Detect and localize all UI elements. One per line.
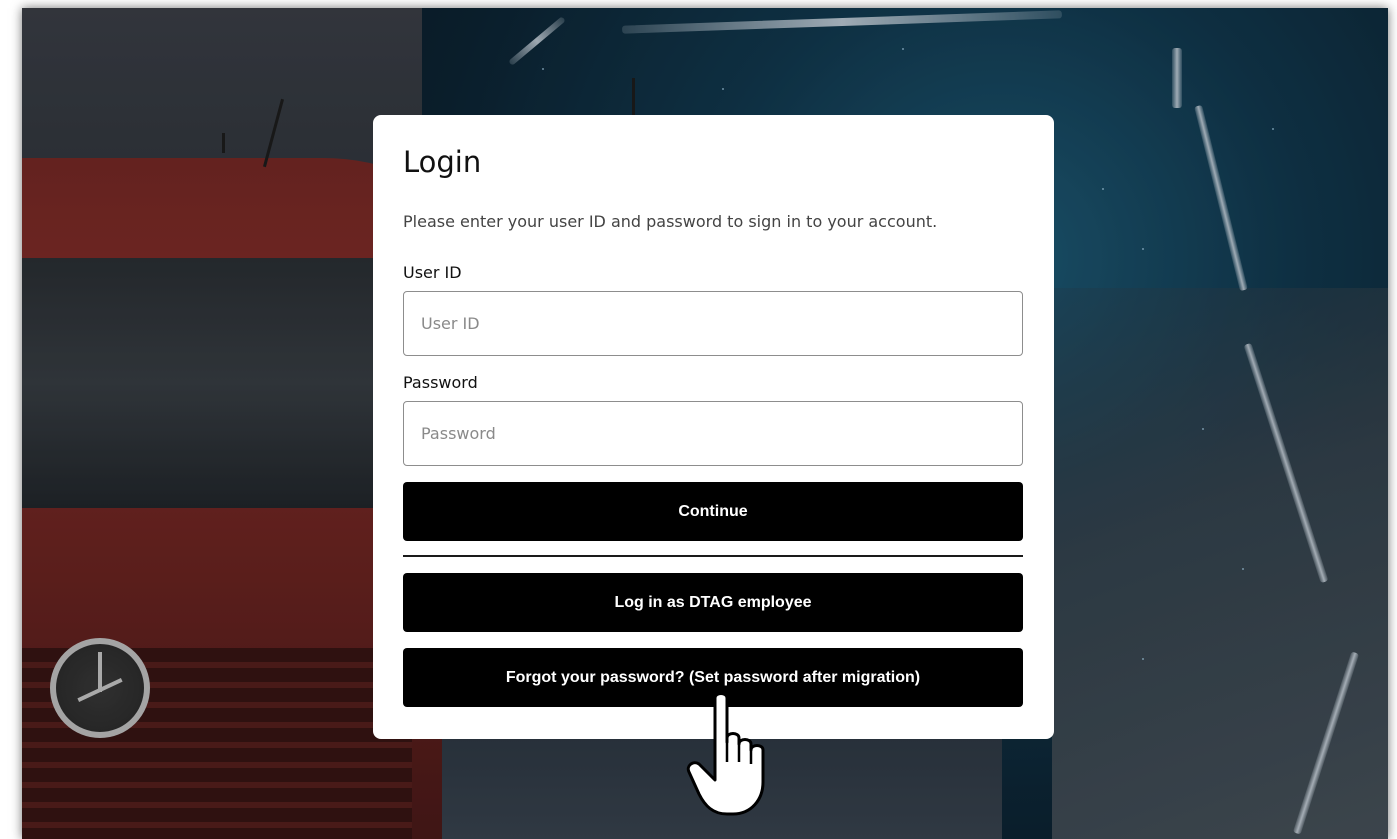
divider <box>403 555 1023 557</box>
login-description: Please enter your user ID and password t… <box>403 212 938 231</box>
login-title: Login <box>403 145 482 179</box>
continue-button[interactable]: Continue <box>403 482 1023 541</box>
password-label: Password <box>403 373 478 392</box>
login-card: Login Please enter your user ID and pass… <box>373 115 1054 739</box>
pointing-hand-icon <box>686 692 765 816</box>
user-id-label: User ID <box>403 263 462 282</box>
dtag-employee-login-button[interactable]: Log in as DTAG employee <box>403 573 1023 632</box>
password-input[interactable] <box>403 401 1023 466</box>
user-id-input[interactable] <box>403 291 1023 356</box>
